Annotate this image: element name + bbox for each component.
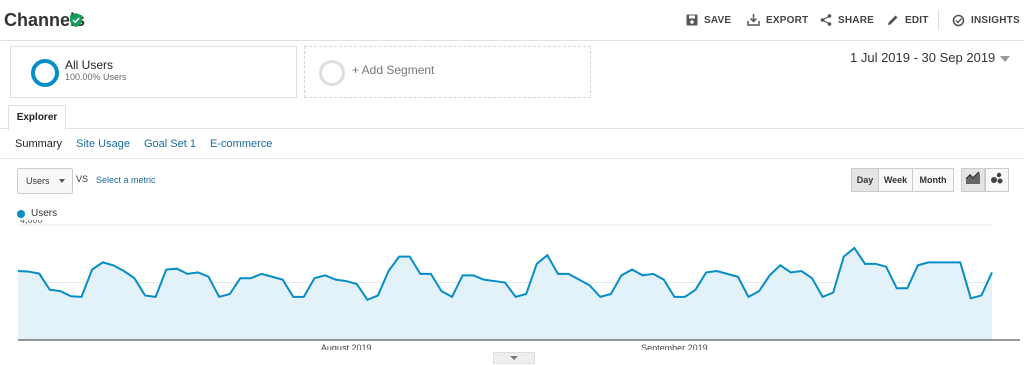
period-week-button[interactable]: Week (878, 168, 913, 192)
period-day-button[interactable]: Day (851, 168, 879, 192)
legend-dot-icon (17, 209, 25, 218)
edit-label: EDIT (905, 14, 929, 26)
insights-button[interactable]: INSIGHTS (952, 14, 1020, 27)
metric-select-value: Users (26, 176, 50, 186)
line-chart-view-button[interactable] (961, 168, 985, 192)
collapse-chart-button[interactable] (493, 352, 535, 364)
subtab-site-usage[interactable]: Site Usage (76, 138, 130, 150)
header-bar: Channels SAVE EXPORT SHARE EDIT INSIGHTS (0, 0, 1024, 41)
verified-shield-icon (70, 13, 82, 32)
export-icon (747, 14, 760, 26)
select-metric-link[interactable]: Select a metric (96, 175, 156, 185)
x-tick-label: September 2019 (641, 343, 708, 350)
series-area (18, 248, 992, 340)
share-icon (820, 14, 832, 26)
add-segment-button[interactable]: + Add Segment (304, 46, 591, 98)
subtab-bar: Summary Site Usage Goal Set 1 E-commerce (15, 138, 283, 150)
line-chart-icon (965, 171, 981, 190)
vs-label: VS (76, 174, 89, 184)
chart-legend: Users (17, 208, 57, 219)
save-icon (686, 14, 698, 26)
users-line-chart: 4,0002,000August 2019September 2019 (17, 220, 1020, 350)
motion-chart-icon (989, 171, 1005, 190)
legend-label: Users (31, 208, 58, 219)
export-label: EXPORT (766, 14, 809, 26)
insights-icon (952, 14, 965, 27)
edit-button[interactable]: EDIT (887, 14, 929, 26)
toolbar-divider (938, 10, 939, 30)
tab-explorer[interactable]: Explorer (8, 105, 66, 131)
share-label: SHARE (838, 14, 875, 26)
x-tick-label: August 2019 (321, 343, 372, 350)
period-month-button[interactable]: Month (912, 168, 954, 192)
subtab-ecommerce[interactable]: E-commerce (210, 138, 272, 150)
date-range-picker[interactable]: 1 Jul 2019 - 30 Sep 2019 (850, 50, 995, 65)
segment-title: All Users (65, 58, 114, 72)
subtab-summary[interactable]: Summary (15, 138, 62, 150)
y-tick-label: 4,000 (20, 220, 43, 225)
collapse-arrow-icon (510, 356, 518, 360)
tab-row-divider (0, 128, 1024, 129)
add-segment-label: + Add Segment (352, 63, 435, 77)
segment-all-users[interactable]: All Users 100.00% Users (10, 46, 297, 98)
edit-icon (887, 14, 899, 26)
subtab-divider (0, 158, 1024, 159)
save-label: SAVE (704, 14, 732, 26)
segment-subtitle: 100.00% Users (65, 72, 127, 82)
insights-label: INSIGHTS (971, 15, 1020, 26)
metric-select[interactable]: Users (17, 168, 73, 194)
motion-chart-view-button[interactable] (985, 168, 1009, 192)
segment-ring-icon (31, 59, 59, 87)
share-button[interactable]: SHARE (820, 14, 874, 26)
subtab-goal-set-1[interactable]: Goal Set 1 (144, 138, 196, 150)
empty-segment-ring-icon (319, 60, 345, 86)
dropdown-arrow-icon (59, 179, 65, 183)
save-button[interactable]: SAVE (686, 14, 731, 26)
export-button[interactable]: EXPORT (747, 14, 808, 26)
chevron-down-icon[interactable] (1000, 56, 1010, 62)
